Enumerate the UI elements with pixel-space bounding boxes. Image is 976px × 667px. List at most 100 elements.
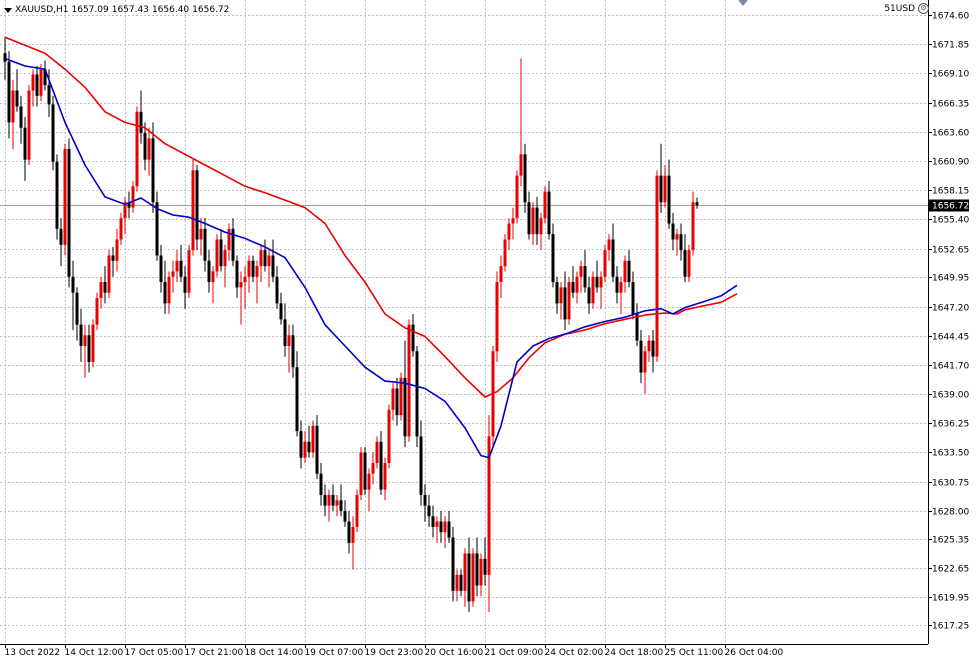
candle-body [599, 276, 603, 288]
y-tick-label: 1619.95 [932, 594, 969, 604]
candle [695, 197, 699, 209]
candle [219, 228, 223, 272]
chart-shift-icon[interactable] [738, 0, 748, 6]
candle [399, 372, 403, 421]
chevron-down-icon[interactable] [4, 7, 12, 13]
candle [199, 218, 203, 256]
candle [227, 223, 231, 261]
candle-body [447, 521, 451, 538]
candle [339, 484, 343, 517]
candle-body [495, 282, 499, 352]
candle-body [15, 90, 19, 107]
candle-body [375, 441, 379, 464]
candle-body [335, 500, 339, 506]
candle [663, 164, 667, 208]
candle-body [387, 409, 391, 464]
candle-body [87, 335, 91, 362]
candle [375, 436, 379, 469]
candle [87, 324, 91, 373]
candle-body [7, 61, 11, 123]
candle-body [631, 282, 635, 315]
candle-body [559, 287, 563, 304]
candle [595, 260, 599, 293]
candle [571, 266, 575, 299]
candle-body [607, 239, 611, 251]
candle [407, 319, 411, 442]
candle-body [331, 494, 335, 506]
candle-body [643, 351, 647, 373]
candle-body [207, 260, 211, 283]
candle [655, 170, 659, 362]
candle [235, 255, 239, 299]
candle [627, 250, 631, 288]
candle-body [543, 191, 547, 219]
candle [519, 58, 523, 187]
candle [163, 260, 167, 315]
candle [447, 510, 451, 543]
candle-body [627, 260, 631, 283]
candle [547, 180, 551, 240]
candle [275, 266, 279, 309]
candle [427, 494, 431, 527]
candle [359, 447, 363, 501]
candle [515, 170, 519, 224]
candle [639, 329, 643, 384]
candle-body [615, 276, 619, 293]
candle [135, 106, 139, 192]
x-tick-label: 13 Oct 2022 [5, 648, 61, 658]
chart-root[interactable]: 1674.60 1671.85 1669.10 1666.35 1663.60 1660.… [0, 0, 976, 664]
candle [111, 246, 115, 277]
candle [159, 244, 163, 293]
candle [411, 314, 415, 357]
candle-body [667, 175, 671, 224]
candle [583, 250, 587, 293]
candle-body [603, 250, 607, 277]
candle-body [327, 494, 331, 506]
candle [319, 463, 323, 506]
candle [115, 228, 119, 272]
candle-body [595, 276, 599, 288]
candle-body [19, 106, 23, 128]
candle-body [83, 335, 87, 346]
candle [279, 292, 283, 325]
candle [419, 420, 423, 506]
candle-body [383, 463, 387, 490]
candle-body [679, 234, 683, 251]
candle-body [675, 234, 679, 240]
candle [615, 266, 619, 304]
candle-body [107, 255, 111, 293]
candle-body [459, 574, 463, 591]
current-price-label: 1656.72 [932, 202, 969, 212]
candle-body [651, 340, 655, 357]
candle-body [247, 260, 251, 277]
indicator-label: 51USD [884, 3, 915, 14]
candle-body [283, 319, 287, 346]
candle [155, 191, 159, 261]
candle-body [575, 276, 579, 293]
candle [599, 271, 603, 309]
candle [459, 569, 463, 597]
candle-body [79, 324, 83, 346]
candle [67, 138, 71, 288]
candle-body [663, 175, 667, 203]
candle [179, 244, 183, 283]
candle-body [143, 133, 147, 160]
candle-body [59, 228, 63, 245]
candle-body [659, 175, 663, 203]
open-value: 1657.09 [71, 5, 109, 15]
candle-body [515, 175, 519, 219]
candle-body [379, 441, 383, 490]
candle [543, 186, 547, 224]
candle [671, 212, 675, 251]
y-tick-label: 1630.75 [932, 479, 969, 489]
price-chart[interactable]: 1674.60 1671.85 1669.10 1666.35 1663.60 1660.… [0, 0, 976, 664]
candle-body [287, 335, 291, 346]
candle-body [639, 340, 643, 373]
candle [455, 569, 459, 602]
candle [659, 143, 663, 213]
gear-icon[interactable]: ⚙ [918, 3, 929, 14]
candle [487, 415, 491, 613]
candle [439, 510, 443, 543]
candle-body [531, 207, 535, 235]
candle-body [3, 53, 7, 62]
